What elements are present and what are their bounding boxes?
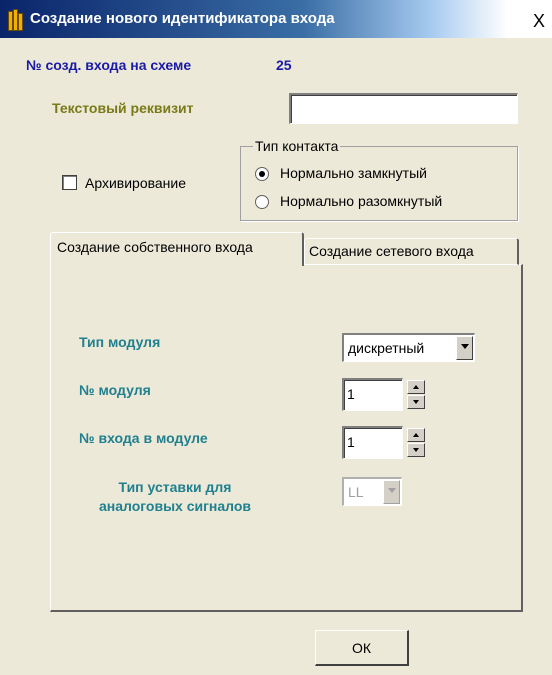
radio-normally-open[interactable]	[255, 195, 269, 209]
window-title: Создание нового идентификатора входа	[30, 10, 335, 27]
archive-label: Архивирование	[85, 175, 187, 191]
setpoint-type-label: Тип уставки для аналоговых сигналов	[52, 478, 298, 516]
radio-selected-dot	[259, 171, 265, 177]
contact-type-group	[240, 146, 518, 221]
tab-own-input-label: Создание собственного входа	[57, 239, 253, 255]
tab-own-input[interactable]: Создание собственного входа	[50, 232, 304, 266]
setpoint-type-label-line1: Тип уставки для	[118, 479, 232, 495]
text-attribute-input[interactable]	[289, 93, 518, 124]
module-type-value: дискретный	[348, 340, 425, 356]
radio-normally-closed[interactable]	[255, 167, 269, 181]
module-type-dropdown-button[interactable]	[456, 336, 473, 360]
radio-normally-open-label: Нормально разомкнутый	[280, 193, 443, 209]
text-attribute-label: Текстовый реквизит	[52, 100, 194, 116]
input-in-module-label: № входа в модуле	[79, 430, 208, 446]
arrow-up-icon	[413, 433, 419, 437]
arrow-up-icon	[413, 385, 419, 389]
ok-button[interactable]: ОК	[315, 630, 409, 666]
archive-checkbox[interactable]	[62, 175, 77, 190]
module-number-spin-up[interactable]	[407, 380, 425, 394]
input-number-value: 25	[276, 57, 292, 73]
arrow-down-icon	[413, 400, 419, 404]
input-in-module-input[interactable]: 1	[342, 426, 403, 459]
tab-network-input-label: Создание сетевого входа	[309, 243, 474, 259]
setpoint-type-value: LL	[348, 484, 364, 500]
setpoint-type-select[interactable]: LL	[342, 477, 402, 506]
input-in-module-spin-down[interactable]	[407, 443, 425, 457]
module-number-label: № модуля	[79, 382, 151, 398]
input-in-module-value: 1	[347, 434, 355, 450]
contact-type-legend: Тип контакта	[253, 138, 341, 154]
setpoint-type-label-line2: аналоговых сигналов	[98, 498, 252, 514]
app-icon	[8, 9, 24, 31]
module-type-label: Тип модуля	[79, 334, 161, 350]
chevron-down-icon	[461, 344, 469, 349]
setpoint-type-dropdown-button[interactable]	[383, 480, 400, 504]
arrow-down-icon	[413, 448, 419, 452]
radio-normally-closed-label: Нормально замкнутый	[280, 165, 427, 181]
input-number-label: № созд. входа на схеме	[26, 57, 192, 73]
chevron-down-icon	[388, 488, 396, 493]
tab-network-input[interactable]: Создание сетевого входа	[304, 238, 519, 265]
module-number-spin-down[interactable]	[407, 395, 425, 409]
title-bar: Создание нового идентификатора входа X	[0, 0, 552, 38]
module-number-value: 1	[347, 386, 355, 402]
input-in-module-spin-up[interactable]	[407, 428, 425, 442]
module-number-input[interactable]: 1	[342, 378, 403, 411]
module-type-select[interactable]: дискретный	[342, 333, 475, 362]
close-button[interactable]: X	[528, 12, 550, 30]
ok-button-label: ОК	[351, 640, 372, 656]
